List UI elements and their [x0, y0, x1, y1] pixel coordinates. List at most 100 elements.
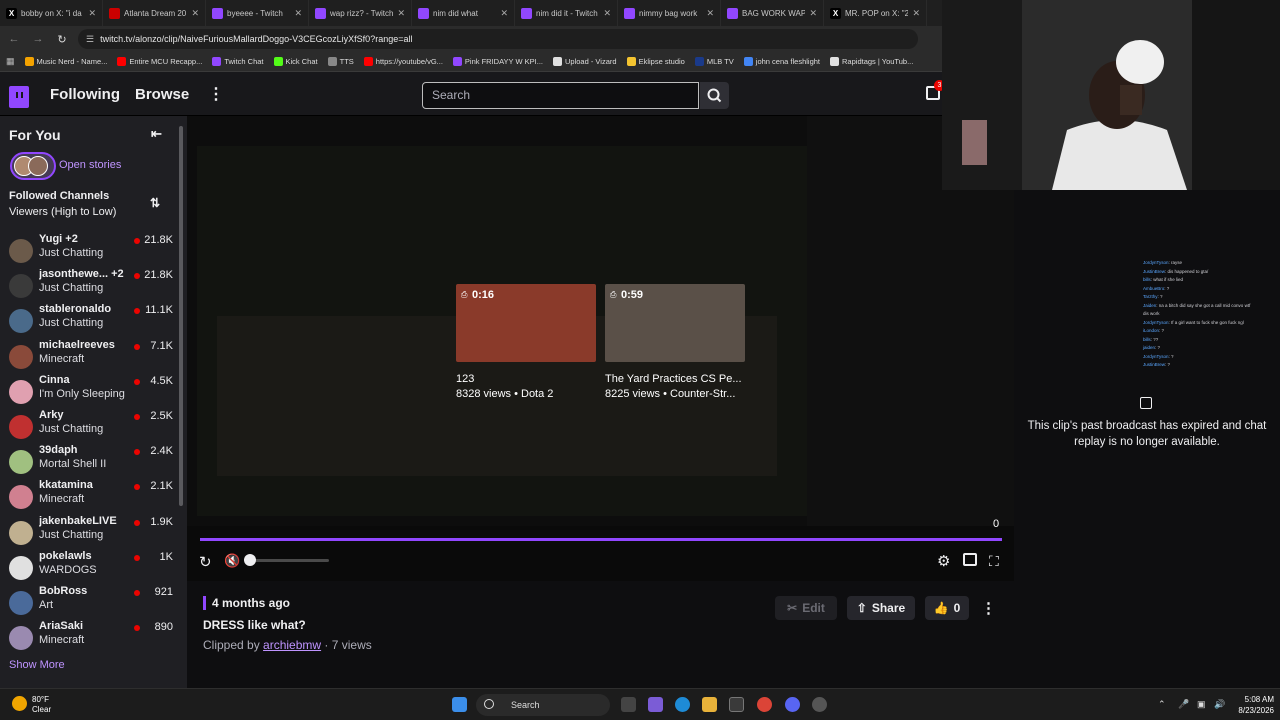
reload-icon[interactable]: ↻	[54, 31, 70, 47]
bookmark-item[interactable]: MLB TV	[694, 57, 734, 66]
edge-icon[interactable]	[675, 697, 690, 712]
forward-icon[interactable]: →	[30, 31, 46, 47]
sidebar-scrollbar[interactable]	[179, 126, 183, 506]
followed-channel-item[interactable]: michaelreeves Minecraft 7.1K	[0, 339, 180, 374]
sort-icon[interactable]: ⇅	[150, 196, 164, 212]
search-button[interactable]	[700, 82, 729, 109]
tab-close-icon[interactable]: ✕	[809, 8, 817, 19]
bookmark-item[interactable]: TTS	[327, 57, 354, 66]
url-field[interactable]: ☰ twitch.tv/alonzo/clip/NaiveFuriousMall…	[78, 29, 918, 49]
site-info-icon[interactable]: ☰	[86, 34, 94, 45]
more-options-icon[interactable]: ⋮	[208, 86, 224, 104]
followed-channel-item[interactable]: stableronaldo Just Chatting 11.1K	[0, 303, 180, 338]
system-clock[interactable]: 5:08 AM 8/23/2026	[1228, 694, 1274, 716]
file-explorer-icon[interactable]	[702, 697, 717, 712]
browser-tab[interactable]: byeeee - Twitch ✕	[206, 0, 309, 26]
followed-channel-item[interactable]: BobRoss Art 921	[0, 585, 180, 620]
windows-start-icon[interactable]	[452, 697, 467, 712]
nav-following[interactable]: Following	[50, 86, 120, 103]
show-more-link[interactable]: Show More	[9, 659, 65, 671]
stories-avatars[interactable]	[10, 152, 56, 180]
followed-channel-item[interactable]: pokelawls WARDOGS 1K	[0, 550, 180, 585]
task-view-icon[interactable]	[621, 697, 636, 712]
followed-channel-item[interactable]: Cinna I'm Only Sleeping 4.5K	[0, 374, 180, 409]
volume-handle[interactable]	[244, 554, 256, 566]
back-icon[interactable]: ←	[6, 31, 22, 47]
viewer-count: 2.1K	[150, 480, 173, 493]
browser-tab[interactable]: nimmy bag work ✕	[618, 0, 721, 26]
apps-icon[interactable]: ▦	[6, 56, 15, 67]
bookmark-favicon-icon	[117, 57, 127, 66]
bookmark-item[interactable]: Kick Chat	[273, 57, 318, 66]
volume-slider[interactable]	[249, 559, 329, 562]
recommended-clip[interactable]: ⎙ 0:59 The Yard Practices CS Pe... 8225 vie…	[605, 284, 745, 400]
tab-close-icon[interactable]: ✕	[397, 8, 405, 19]
followed-channel-item[interactable]: kkatamina Minecraft 2.1K	[0, 479, 180, 514]
tab-close-icon[interactable]: ✕	[706, 8, 714, 19]
recommended-clip[interactable]: ⎙ 0:16 123 8328 views • Dota 2	[456, 284, 596, 400]
settings-icon[interactable]: ⚙	[937, 552, 950, 570]
browser-tab[interactable]: Xbobby on X: "i da ✕	[0, 0, 103, 26]
tab-favicon-icon	[212, 7, 223, 19]
tab-close-icon[interactable]: ✕	[500, 8, 508, 19]
followed-channel-item[interactable]: AriaSaki Minecraft 890	[0, 620, 180, 655]
bookmark-item[interactable]: Twitch Chat	[212, 57, 264, 66]
settings-app-icon[interactable]	[812, 697, 827, 712]
followed-channel-item[interactable]: 39daph Mortal Shell II 2.4K	[0, 444, 180, 479]
bookmark-item[interactable]: Rapidtags | YouTub...	[830, 57, 913, 66]
twitch-logo-icon[interactable]	[9, 86, 29, 108]
tab-close-icon[interactable]: ✕	[294, 8, 302, 19]
followed-channel-item[interactable]: Yugi +2 Just Chatting 21.8K	[0, 233, 180, 268]
live-indicator-icon	[134, 625, 140, 632]
tray-overflow-icon[interactable]: ⌃	[1158, 699, 1166, 710]
video-player[interactable]: 0	[187, 116, 1014, 581]
edit-button[interactable]: ✂ Edit	[775, 596, 837, 620]
share-button[interactable]: ⇧ Share	[847, 596, 915, 620]
browser-tab[interactable]: Atlanta Dream 20 ✕	[103, 0, 206, 26]
mute-icon[interactable]: 🔇	[224, 553, 240, 569]
like-button[interactable]: 👍 0	[925, 596, 969, 620]
clipper-link[interactable]: archiebmw	[263, 638, 321, 652]
store-icon[interactable]	[729, 697, 744, 712]
network-icon[interactable]: ▣	[1197, 699, 1206, 710]
open-stories-link[interactable]: Open stories	[59, 159, 121, 171]
volume-icon[interactable]: 🔊	[1214, 699, 1225, 710]
microphone-icon[interactable]: 🎤	[1178, 699, 1189, 710]
followed-channel-item[interactable]: jasonthewe... +2 Just Chatting 21.8K	[0, 268, 180, 303]
replay-icon[interactable]: ↻	[199, 553, 212, 571]
weather-widget[interactable]: 80°F Clear	[32, 695, 51, 715]
browser-tab[interactable]: nim did it - Twitch ✕	[515, 0, 618, 26]
browser-tab[interactable]: BAG WORK WAP ✕	[721, 0, 824, 26]
chrome-icon[interactable]	[757, 697, 772, 712]
bookmark-item[interactable]: Music Nerd - Name...	[24, 57, 107, 66]
discord-icon[interactable]	[785, 697, 800, 712]
browser-tab[interactable]: nim did what ✕	[412, 0, 515, 26]
browser-tab[interactable]: X MR. POP on X: "2 ✕	[824, 0, 927, 26]
browser-tab[interactable]: wap rizz? - Twitch ✕	[309, 0, 412, 26]
bookmark-item[interactable]: Entire MCU Recapp...	[117, 57, 202, 66]
taskbar-search[interactable]: Search	[476, 694, 610, 716]
tab-close-icon[interactable]: ✕	[191, 8, 199, 19]
weather-moon-icon[interactable]	[12, 696, 27, 711]
bookmark-item[interactable]: Pink FRIDAYY W KPI...	[452, 57, 543, 66]
copilot-icon[interactable]	[648, 697, 663, 712]
search-input[interactable]: Search	[422, 82, 699, 109]
bookmark-item[interactable]: https://youtube/vG...	[363, 57, 443, 66]
chat-text: : ?	[1155, 345, 1161, 350]
collapse-sidebar-icon[interactable]: ⇤	[151, 126, 165, 141]
theatre-mode-icon[interactable]	[963, 553, 977, 566]
followed-channel-item[interactable]: Arky Just Chatting 2.5K	[0, 409, 180, 444]
bookmark-item[interactable]: john cena fleshlight	[743, 57, 820, 66]
clip-more-options-icon[interactable]: ⋮	[981, 599, 996, 617]
tab-close-icon[interactable]: ✕	[88, 8, 96, 19]
weather-condition: Clear	[32, 705, 52, 714]
bookmark-item[interactable]: Upload - Vizard	[553, 57, 617, 66]
progress-bar[interactable]	[200, 538, 1002, 541]
tab-close-icon[interactable]: ✕	[603, 8, 611, 19]
bookmark-item[interactable]: Eklipse studio	[626, 57, 685, 66]
notifications-icon[interactable]: 3	[926, 80, 945, 100]
tab-close-icon[interactable]: ✕	[912, 8, 920, 19]
followed-channel-item[interactable]: jakenbakeLIVE Just Chatting 1.9K	[0, 515, 180, 550]
nav-browse[interactable]: Browse	[135, 86, 189, 103]
fullscreen-icon[interactable]: ⛶	[989, 553, 999, 570]
